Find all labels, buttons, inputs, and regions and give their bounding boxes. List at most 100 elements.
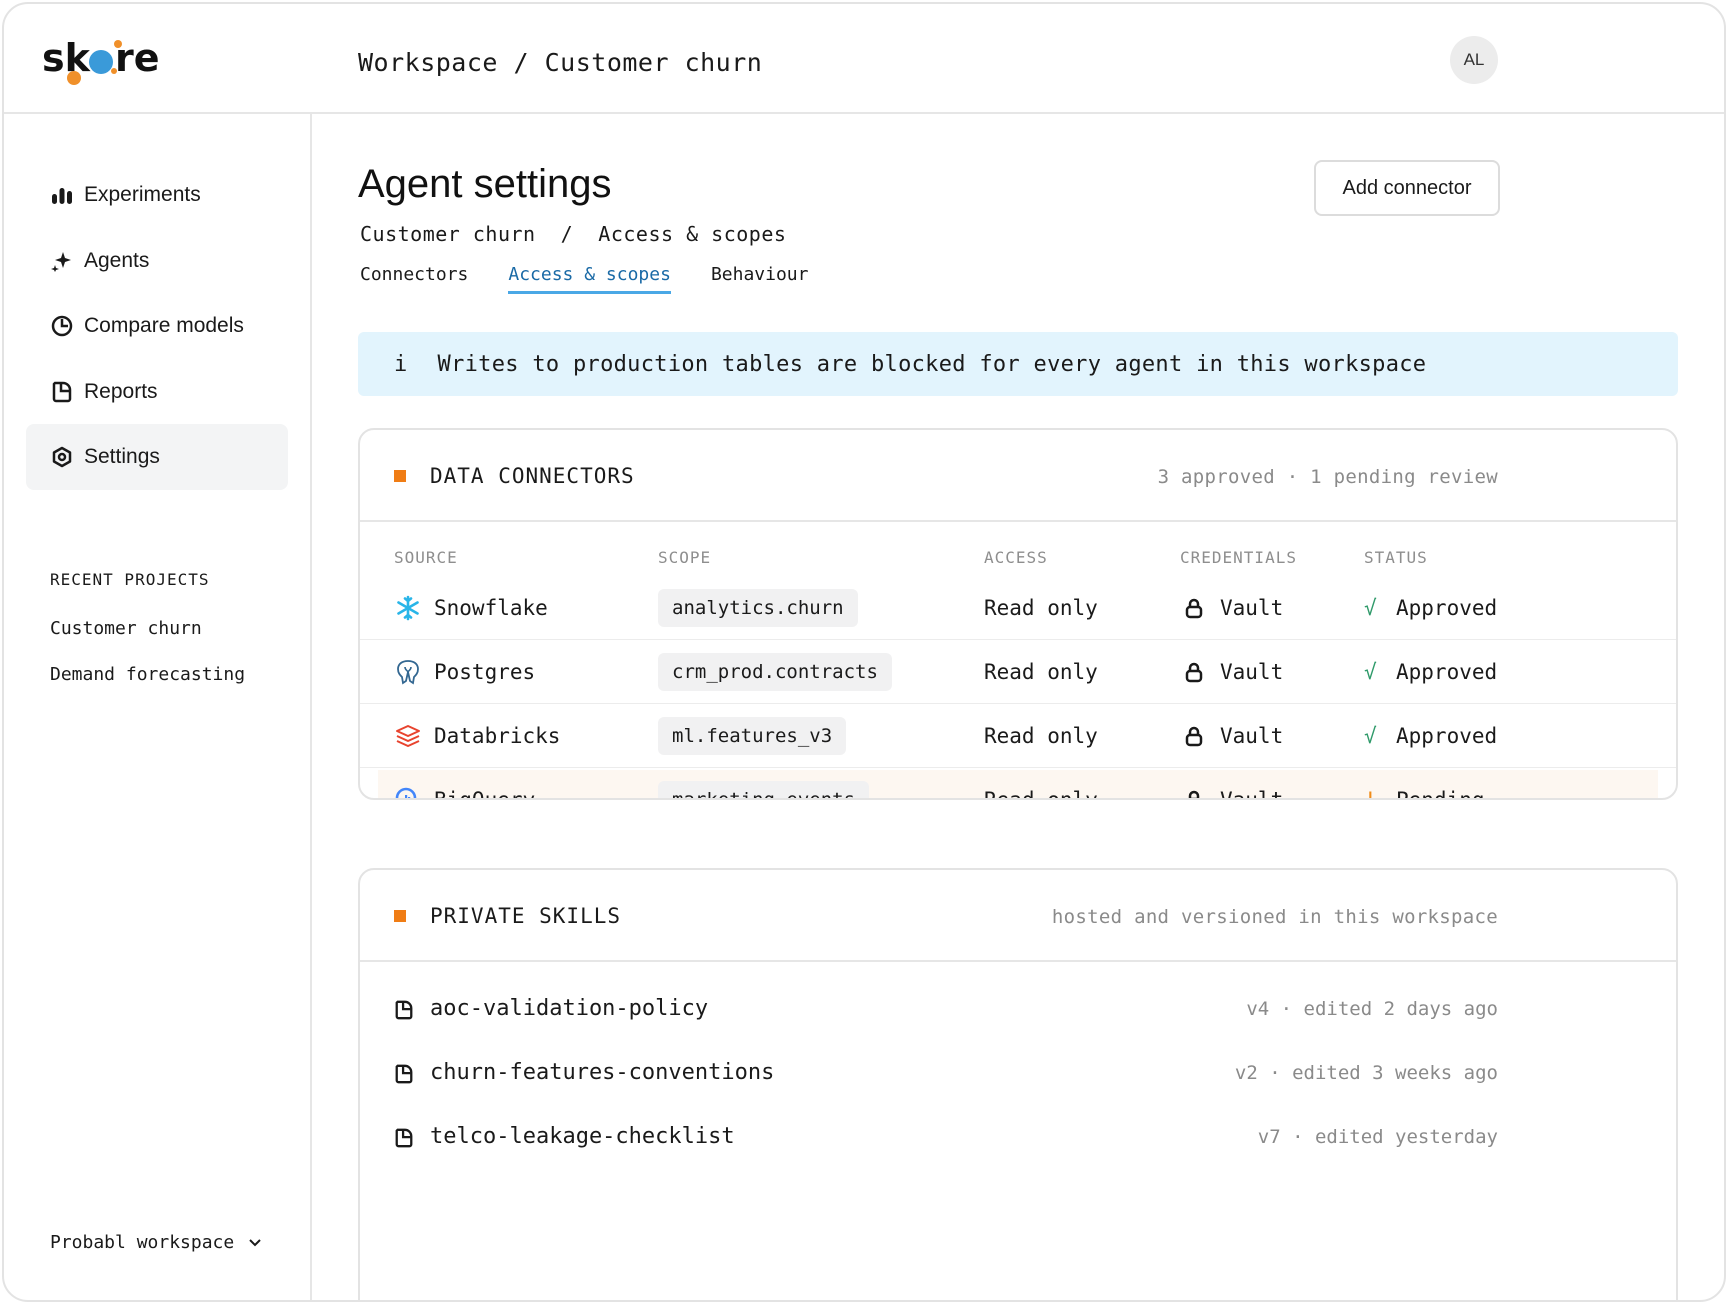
skill-item[interactable]: aoc-validation-policy v4 · edited 2 days… <box>360 980 1676 1040</box>
table-row-pending[interactable]: BigQuery marketing.events Read only Vaul… <box>360 768 1676 800</box>
top-header: skore Workspace / Customer churn AL <box>4 4 1724 114</box>
credentials-text: Vault <box>1220 596 1284 620</box>
page-title: Agent settings <box>358 162 612 206</box>
lock-icon <box>1180 594 1208 622</box>
card-title: PRIVATE SKILLS <box>430 904 622 928</box>
skill-meta: v2 · edited 3 weeks ago <box>1234 1062 1498 1084</box>
check-icon: √ <box>1364 660 1377 684</box>
chevron-down-icon <box>248 1232 262 1253</box>
status-text: Approved <box>1396 724 1498 748</box>
gear-icon <box>50 445 74 469</box>
skill-name: aoc-validation-policy <box>430 996 709 1021</box>
sidebar-item-agents[interactable]: Agents <box>26 228 288 294</box>
logo-dot-orange-small <box>114 40 122 48</box>
info-icon: i <box>394 351 408 377</box>
skore-logo[interactable]: skore <box>42 34 162 94</box>
scope-cell: analytics.churn <box>658 576 858 640</box>
sidebar-item-label: Reports <box>84 380 158 403</box>
user-avatar[interactable]: AL <box>1450 36 1498 84</box>
status-cell: √ Approved <box>1364 704 1497 768</box>
skill-name: telco-leakage-checklist <box>430 1124 735 1149</box>
section-marker-icon <box>394 910 406 922</box>
status-text: Approved <box>1396 596 1498 620</box>
workspace-name: Probabl workspace <box>50 1232 235 1253</box>
tab-connectors[interactable]: Connectors <box>360 264 468 294</box>
logo-dot-orange-tiny <box>111 68 117 74</box>
credentials-cell: Vault <box>1180 704 1283 768</box>
table-row[interactable]: Snowflake analytics.churn Read only Vaul… <box>360 576 1676 640</box>
sidebar-item-label: Compare models <box>84 314 244 337</box>
snowflake-icon <box>394 594 422 622</box>
sidebar-item-experiments[interactable]: Experiments <box>26 162 288 228</box>
skill-item[interactable]: churn-features-conventions v2 · edited 3… <box>360 1044 1676 1104</box>
recent-project-item[interactable]: Demand forecasting <box>50 664 245 685</box>
source-cell: Postgres <box>394 640 535 704</box>
credentials-text: Vault <box>1220 724 1284 748</box>
private-skills-card: PRIVATE SKILLS hosted and versioned in t… <box>358 868 1678 1300</box>
source-name: Postgres <box>434 660 536 684</box>
info-banner: i Writes to production tables are blocke… <box>358 332 1678 396</box>
document-icon <box>394 1128 414 1148</box>
credentials-cell: Vault <box>1180 640 1283 704</box>
access-cell: Read only <box>984 788 1098 800</box>
check-icon: √ <box>1364 596 1377 620</box>
source-name: Snowflake <box>434 596 548 620</box>
credentials-text: Vault <box>1220 660 1284 684</box>
warning-icon: ! <box>1364 788 1377 800</box>
recent-projects-heading: RECENT PROJECTS <box>50 570 210 589</box>
table-row[interactable]: Databricks ml.features_v3 Read only Vaul… <box>360 704 1676 768</box>
pie-chart-icon <box>50 314 74 338</box>
report-icon <box>50 380 74 404</box>
card-meta: 3 approved · 1 pending review <box>1157 466 1498 488</box>
credentials-text: Vault <box>1220 788 1284 800</box>
document-icon <box>394 1000 414 1020</box>
table-row[interactable]: Postgres crm_prod.contracts Read only Va… <box>360 640 1676 704</box>
scope-chip: marketing.events <box>658 781 870 798</box>
recent-project-item[interactable]: Customer churn <box>50 618 202 639</box>
page-breadcrumb: Customer churn / Access & scopes <box>360 222 787 246</box>
logo-dot-orange <box>67 71 81 85</box>
source-name: Databricks <box>434 724 561 748</box>
scope-cell: crm_prod.contracts <box>658 640 892 704</box>
sidebar-item-compare-models[interactable]: Compare models <box>26 293 288 359</box>
sidebar-item-settings[interactable]: Settings <box>26 424 288 490</box>
sidebar-item-reports[interactable]: Reports <box>26 359 288 425</box>
skill-name: churn-features-conventions <box>430 1060 775 1085</box>
source-cell: Snowflake <box>394 576 548 640</box>
card-header: DATA CONNECTORS 3 approved · 1 pending r… <box>360 430 1676 522</box>
access-cell: Read only <box>984 660 1098 684</box>
card-title: DATA CONNECTORS <box>430 464 635 488</box>
card-meta: hosted and versioned in this workspace <box>1051 906 1498 928</box>
section-marker-icon <box>394 470 406 482</box>
scope-cell: marketing.events <box>658 768 870 798</box>
scope-chip: crm_prod.contracts <box>658 653 892 691</box>
add-connector-button[interactable]: Add connector <box>1314 160 1500 216</box>
skill-meta: v4 · edited 2 days ago <box>1246 998 1498 1020</box>
column-header-source: SOURCE <box>394 548 458 567</box>
sparkle-icon <box>50 249 74 273</box>
main-content: Agent settings Add connector Customer ch… <box>314 114 1724 1300</box>
column-header-status: STATUS <box>1364 548 1428 567</box>
settings-tabs: Connectors Access & scopes Behaviour <box>360 264 808 294</box>
tab-behaviour[interactable]: Behaviour <box>711 264 809 294</box>
check-icon: √ <box>1364 724 1377 748</box>
access-cell: Read only <box>984 596 1098 620</box>
sidebar: Experiments Agents Compare models Report… <box>4 114 312 1300</box>
lock-icon <box>1180 658 1208 686</box>
tab-access-scopes[interactable]: Access & scopes <box>508 264 671 294</box>
header-breadcrumb: Workspace / Customer churn <box>358 48 763 77</box>
scope-chip: analytics.churn <box>658 589 858 627</box>
sidebar-item-label: Experiments <box>84 183 201 206</box>
lock-icon <box>1180 786 1208 798</box>
lock-icon <box>1180 722 1208 750</box>
sidebar-item-label: Agents <box>84 249 150 272</box>
status-cell: ! Pending <box>1364 768 1485 800</box>
document-icon <box>394 1064 414 1084</box>
credentials-cell: Vault <box>1180 576 1283 640</box>
bar-chart-icon <box>50 183 74 207</box>
column-header-access: ACCESS <box>984 548 1048 567</box>
databricks-icon <box>394 722 422 750</box>
access-cell: Read only <box>984 724 1098 748</box>
skill-item[interactable]: telco-leakage-checklist v7 · edited yest… <box>360 1108 1676 1168</box>
workspace-switcher[interactable]: Probabl workspace <box>50 1232 262 1253</box>
